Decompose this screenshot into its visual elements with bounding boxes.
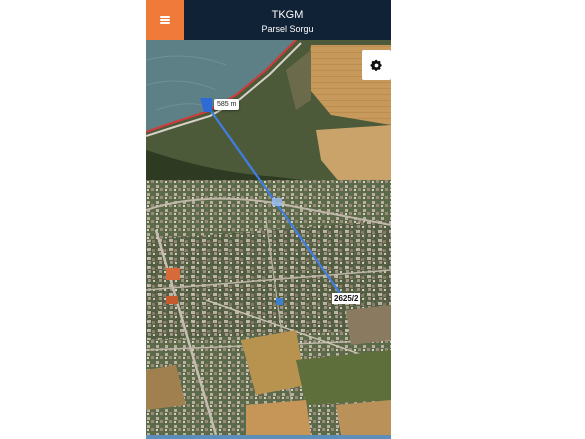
- bottom-strip: [146, 435, 391, 439]
- parcel-label[interactable]: 2625/2: [332, 293, 361, 304]
- distance-label: 585 m: [214, 99, 240, 110]
- menu-button[interactable]: [146, 0, 184, 40]
- satellite-map[interactable]: [146, 40, 391, 435]
- hamburger-menu-icon: [160, 16, 170, 24]
- app-screen: TKGM Parsel Sorgu 585 m 2625/2: [146, 0, 391, 439]
- header-titles: TKGM Parsel Sorgu: [184, 0, 391, 40]
- app-header: TKGM Parsel Sorgu: [146, 0, 391, 40]
- settings-button[interactable]: [362, 50, 391, 80]
- app-title: TKGM: [271, 9, 304, 21]
- gear-icon: [370, 59, 382, 71]
- measure-midpoint-handle[interactable]: [272, 198, 282, 206]
- app-subtitle: Parsel Sorgu: [261, 24, 314, 34]
